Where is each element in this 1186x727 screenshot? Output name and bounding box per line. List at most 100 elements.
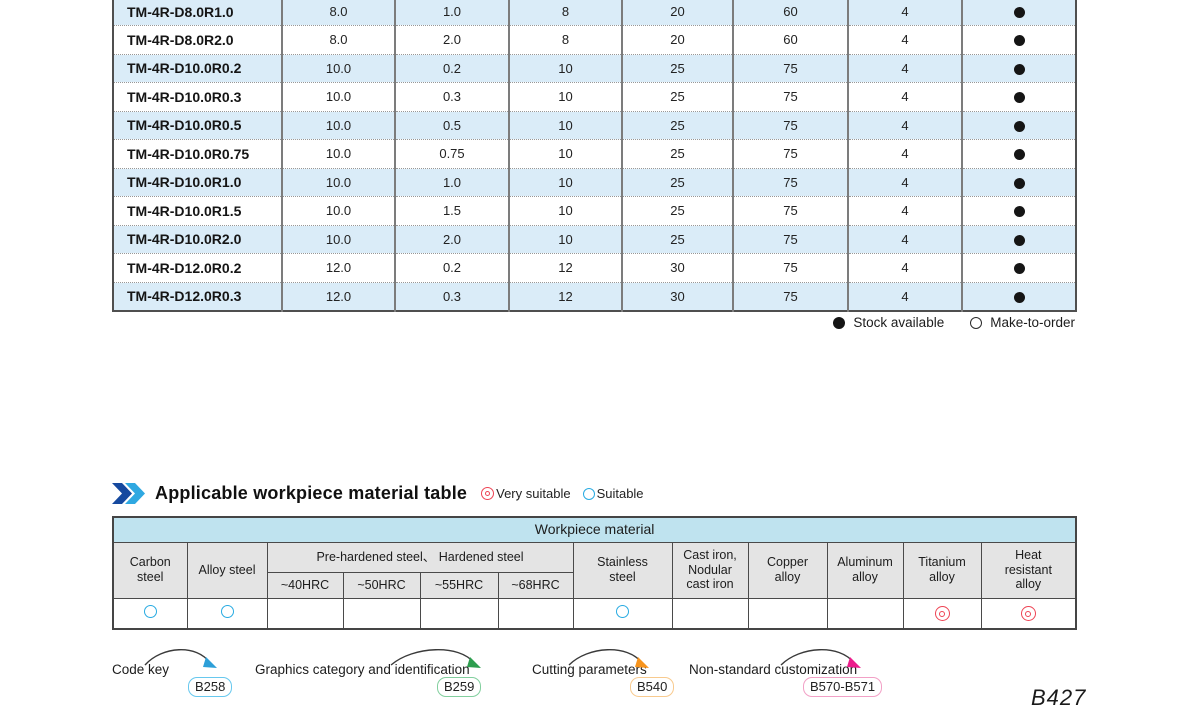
section-title: Applicable workpiece material table: [155, 483, 467, 504]
stock-cell: [962, 254, 1076, 283]
page-ref-badge: B570-B571: [803, 677, 882, 697]
stock-cell: [962, 225, 1076, 254]
very-suitable-legend-item: Very suitable: [481, 486, 570, 501]
stock-available-icon: [1014, 7, 1025, 18]
model-cell: TM-4R-D10.0R1.5: [113, 197, 282, 226]
col-copper-alloy: Copper alloy: [748, 542, 827, 598]
material-banner: Workpiece material: [113, 517, 1076, 542]
model-cell: TM-4R-D8.0R2.0: [113, 26, 282, 55]
spec-row: TM-4R-D10.0R1.010.01.01025754: [113, 168, 1076, 197]
spec-row: TM-4R-D8.0R1.08.01.0820604: [113, 0, 1076, 26]
value-cell: 10.0: [282, 140, 395, 169]
stock-available-icon: [1014, 92, 1025, 103]
make-to-order-label: Make-to-order: [990, 315, 1075, 330]
stock-cell: [962, 282, 1076, 311]
stock-available-icon: [1014, 121, 1025, 132]
suitable-legend-item: Suitable: [583, 486, 644, 501]
stock-cell: [962, 111, 1076, 140]
model-cell: TM-4R-D10.0R0.75: [113, 140, 282, 169]
value-cell: 75: [733, 168, 848, 197]
value-cell: 0.3: [395, 83, 509, 112]
value-cell: 30: [622, 254, 733, 283]
value-cell: 25: [622, 168, 733, 197]
spec-row: TM-4R-D12.0R0.212.00.21230754: [113, 254, 1076, 283]
very-suitable-label: Very suitable: [496, 486, 570, 501]
value-cell: 4: [848, 197, 962, 226]
value-cell: 75: [733, 225, 848, 254]
spec-row: TM-4R-D8.0R2.08.02.0820604: [113, 26, 1076, 55]
model-cell: TM-4R-D10.0R1.0: [113, 168, 282, 197]
stock-available-icon: [1014, 292, 1025, 303]
value-cell: 25: [622, 140, 733, 169]
suitable-icon: [583, 488, 595, 500]
value-cell: 60: [733, 26, 848, 55]
rating-cell: [343, 598, 420, 629]
value-cell: 25: [622, 111, 733, 140]
value-cell: 4: [848, 282, 962, 311]
value-cell: 4: [848, 140, 962, 169]
curved-arrow-icon: [778, 643, 868, 677]
col-heat-resistant-alloy: Heat resistant alloy: [981, 542, 1076, 598]
spec-table-container: TM-4R-D8.0R1.08.01.0820604TM-4R-D8.0R2.0…: [112, 0, 1077, 312]
col-68hrc: ~68HRC: [498, 572, 573, 598]
col-titanium-alloy: Titanium alloy: [903, 542, 981, 598]
page-ref-badge: B540: [630, 677, 674, 697]
value-cell: 75: [733, 282, 848, 311]
double-chevron-icon: [112, 483, 146, 504]
value-cell: 30: [622, 282, 733, 311]
value-cell: 4: [848, 111, 962, 140]
value-cell: 20: [622, 0, 733, 26]
stock-legend: Stock available Make-to-order: [833, 315, 1075, 330]
value-cell: 12: [509, 282, 622, 311]
value-cell: 10: [509, 83, 622, 112]
value-cell: 0.75: [395, 140, 509, 169]
curved-arrow-icon: [566, 643, 656, 677]
stock-available-label: Stock available: [853, 315, 944, 330]
spec-row: TM-4R-D12.0R0.312.00.31230754: [113, 282, 1076, 311]
material-section-header: Applicable workpiece material table Very…: [112, 483, 644, 504]
rating-cell: [672, 598, 748, 629]
stock-available-icon: [1014, 149, 1025, 160]
rating-cell: [420, 598, 498, 629]
value-cell: 0.5: [395, 111, 509, 140]
curved-arrow-icon: [142, 643, 224, 677]
col-50hrc: ~50HRC: [343, 572, 420, 598]
rating-cell: [187, 598, 267, 629]
value-cell: 60: [733, 0, 848, 26]
spec-row: TM-4R-D10.0R0.7510.00.751025754: [113, 140, 1076, 169]
value-cell: 12: [509, 254, 622, 283]
rating-cell: [113, 598, 187, 629]
spec-row: TM-4R-D10.0R0.510.00.51025754: [113, 111, 1076, 140]
page-ref-badge: B258: [188, 677, 232, 697]
page-number: B427: [1031, 685, 1086, 711]
value-cell: 25: [622, 225, 733, 254]
value-cell: 4: [848, 54, 962, 83]
value-cell: 10.0: [282, 225, 395, 254]
value-cell: 4: [848, 225, 962, 254]
make-to-order-icon: [970, 317, 982, 329]
value-cell: 10: [509, 197, 622, 226]
rating-cell: [498, 598, 573, 629]
suitable-label: Suitable: [597, 486, 644, 501]
rating-cell: [748, 598, 827, 629]
value-cell: 10.0: [282, 83, 395, 112]
spec-table: TM-4R-D8.0R1.08.01.0820604TM-4R-D8.0R2.0…: [112, 0, 1077, 312]
value-cell: 2.0: [395, 225, 509, 254]
model-cell: TM-4R-D10.0R0.3: [113, 83, 282, 112]
value-cell: 75: [733, 140, 848, 169]
value-cell: 10: [509, 140, 622, 169]
value-cell: 10.0: [282, 168, 395, 197]
spec-row: TM-4R-D10.0R2.010.02.01025754: [113, 225, 1076, 254]
value-cell: 8.0: [282, 0, 395, 26]
model-cell: TM-4R-D10.0R0.2: [113, 54, 282, 83]
material-banner-row: Workpiece material: [113, 517, 1076, 542]
value-cell: 0.3: [395, 282, 509, 311]
value-cell: 10: [509, 168, 622, 197]
value-cell: 8: [509, 26, 622, 55]
suitability-legend: Very suitable Suitable: [481, 486, 643, 501]
col-cast-iron: Cast iron, Nodular cast iron: [672, 542, 748, 598]
value-cell: 10: [509, 111, 622, 140]
stock-cell: [962, 0, 1076, 26]
stock-available-icon: [1014, 235, 1025, 246]
model-cell: TM-4R-D12.0R0.2: [113, 254, 282, 283]
